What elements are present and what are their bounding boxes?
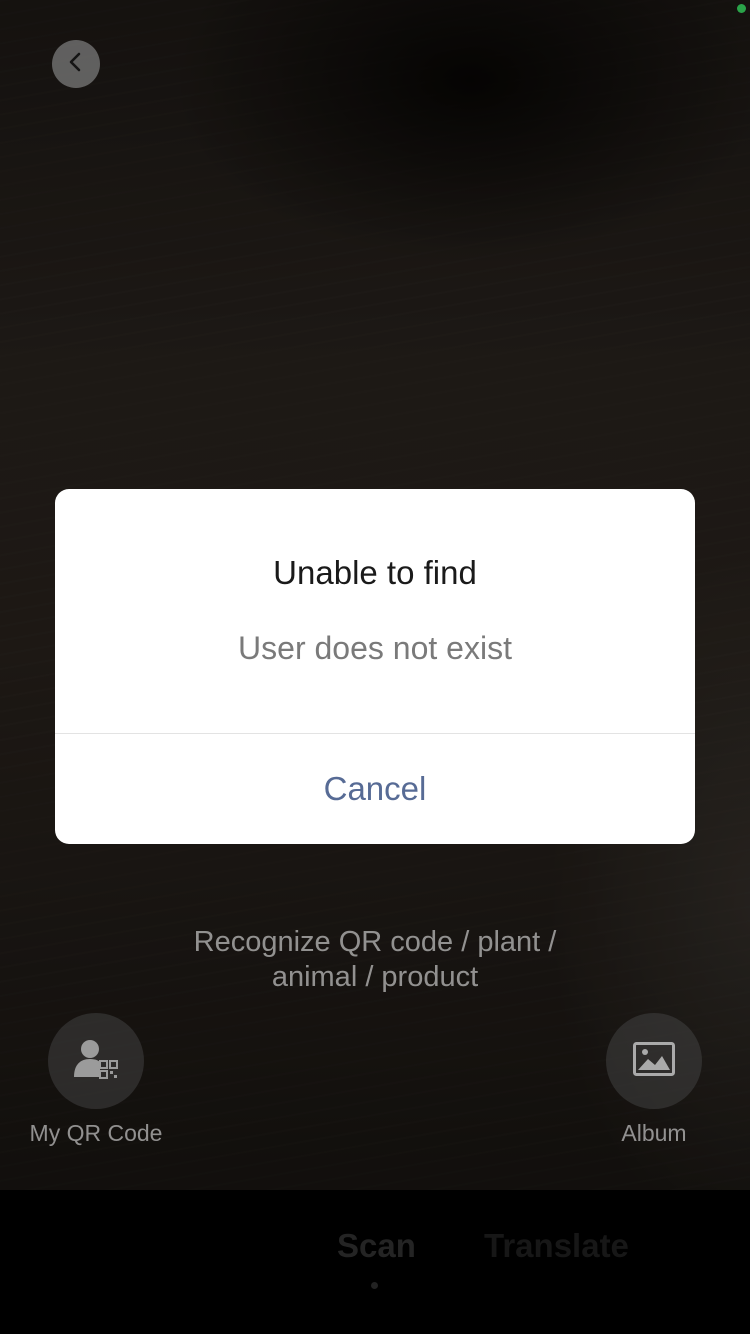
cancel-button[interactable]: Cancel [55,734,695,844]
dialog-title: Unable to find [273,554,477,591]
scan-screen: Recognize QR code / plant / animal / pro… [0,0,750,1334]
dialog-message: User does not exist [238,630,512,666]
alert-dialog: Unable to find User does not exist Cance… [55,489,695,844]
